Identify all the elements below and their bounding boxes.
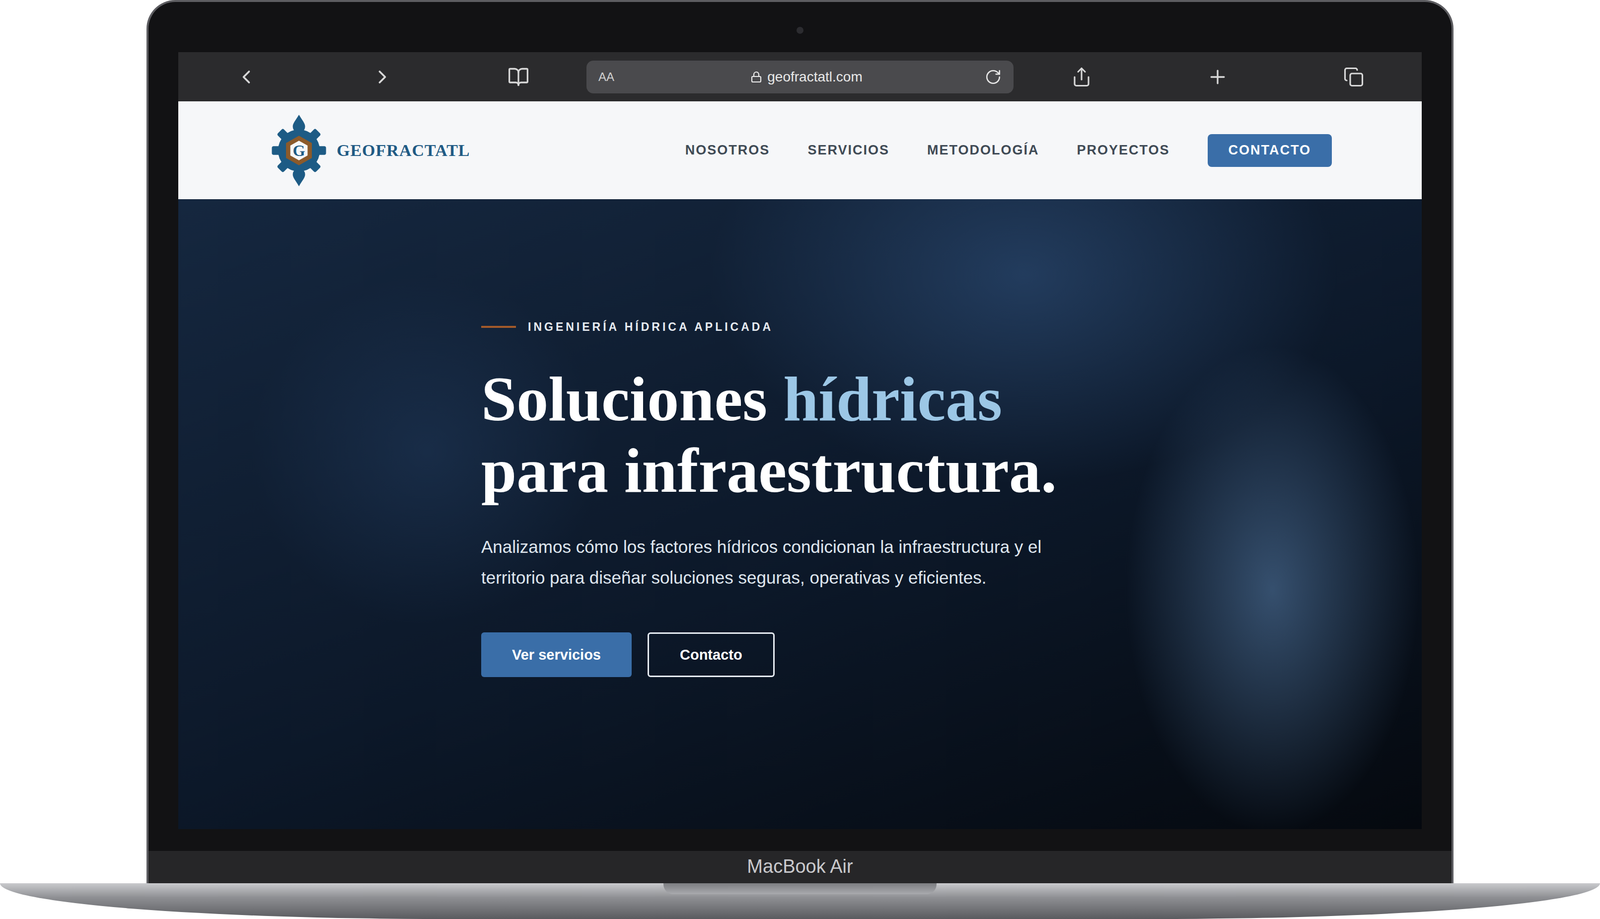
- share-button[interactable]: [1013, 66, 1150, 88]
- laptop-lid: AA geofractatl.com G GEOFRACTATL NOSOTROS SER…: [146, 0, 1454, 883]
- nav-link[interactable]: METODOLOGÍA: [927, 142, 1040, 158]
- plus-icon: [1206, 66, 1229, 88]
- chevron-left-icon: [235, 66, 258, 88]
- text-size-button[interactable]: AA: [598, 70, 629, 84]
- nav-link[interactable]: SERVICIOS: [807, 142, 890, 158]
- primary-button[interactable]: Ver servicios: [481, 632, 632, 677]
- hero: INGENIERÍA HÍDRICA APLICADA Solucioneshíd…: [178, 199, 1422, 829]
- title-line: Solucioneshídricas: [481, 363, 1057, 435]
- tabs-button[interactable]: [1285, 66, 1422, 88]
- bezel: MacBook Air: [148, 828, 1452, 883]
- back-button[interactable]: [178, 66, 315, 88]
- logo-mark: G: [292, 141, 305, 160]
- eyebrow: INGENIERÍA HÍDRICA APLICADA: [481, 319, 774, 334]
- book-icon: [507, 66, 530, 88]
- logo-name: GEOFRACTATL: [336, 141, 471, 160]
- nav-link[interactable]: NOSOTROS: [685, 142, 771, 158]
- camera-icon: [796, 26, 804, 34]
- address-bar[interactable]: AA geofractatl.com: [586, 60, 1014, 94]
- chevron-right-icon: [371, 66, 394, 88]
- laptop-base: [0, 882, 1600, 919]
- logo[interactable]: G GEOFRACTATL: [268, 113, 471, 188]
- title-word: Soluciones: [481, 363, 768, 435]
- new-tab-button[interactable]: [1149, 66, 1286, 88]
- reload-icon[interactable]: [984, 68, 1002, 86]
- url-text: geofractatl.com: [767, 69, 863, 85]
- eyebrow-line: [481, 325, 516, 328]
- page: AA geofractatl.com G GEOFRACTATL NOSOTROS SER…: [0, 0, 1600, 919]
- lock-icon: [750, 71, 763, 83]
- nav: NOSOTROS SERVICIOS METODOLOGÍA PROYECTOS CON…: [685, 134, 1332, 167]
- forward-button[interactable]: [314, 66, 451, 88]
- nav-link[interactable]: PROYECTOS: [1076, 142, 1170, 158]
- logo-icon: G: [268, 113, 330, 188]
- browser-toolbar: AA geofractatl.com: [178, 52, 1422, 102]
- tabs-icon: [1343, 66, 1365, 88]
- device-label: MacBook Air: [746, 855, 853, 877]
- site-header: G GEOFRACTATL NOSOTROS SERVICIOS METODOLOGÍA…: [178, 101, 1422, 200]
- title-line: para infraestructura.: [481, 434, 1057, 507]
- contact-button[interactable]: CONTACTO: [1207, 134, 1333, 167]
- bookmarks-button[interactable]: [450, 66, 587, 88]
- screen: AA geofractatl.com G GEOFRACTATL NOSOTROS SER…: [178, 52, 1422, 829]
- hero-description: Analizamos cómo los factores hídricos co…: [481, 531, 1078, 593]
- share-icon: [1071, 66, 1092, 88]
- title-highlight: hídricas: [783, 363, 1003, 435]
- hero-buttons: Ver servicios Contacto: [481, 632, 775, 677]
- url: geofractatl.com: [628, 69, 985, 85]
- outline-button[interactable]: Contacto: [647, 632, 775, 677]
- base-notch: [663, 882, 937, 894]
- eyebrow-text: INGENIERÍA HÍDRICA APLICADA: [527, 320, 774, 334]
- hero-title: Solucioneshídricaspara infraestructura.: [481, 363, 1057, 507]
